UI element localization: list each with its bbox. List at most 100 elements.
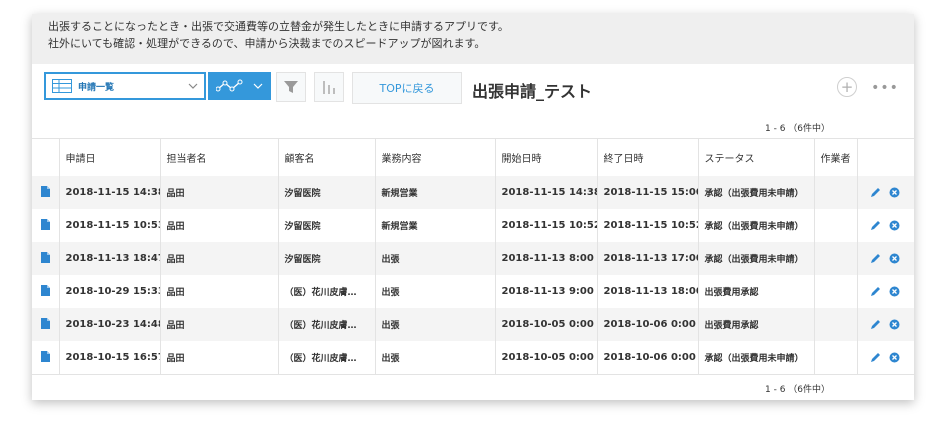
cell-status: 承認（出張費用未申請） [697, 341, 814, 375]
delete-icon[interactable] [889, 286, 900, 297]
row-actions [864, 286, 915, 297]
document-icon[interactable] [40, 185, 50, 197]
cell-end: 2018-11-15 10:52 [596, 209, 698, 242]
delete-icon[interactable] [889, 352, 900, 363]
chevron-down-icon [253, 83, 263, 89]
cell-end: 2018-10-06 0:00 [596, 308, 698, 341]
edit-pencil-icon[interactable] [870, 220, 881, 231]
edit-pencil-icon[interactable] [870, 352, 881, 363]
cell-status: 出張費用承認 [697, 275, 814, 308]
header-end[interactable]: 終了日時 [596, 138, 698, 176]
view-selector[interactable]: 申請一覧 [44, 72, 206, 100]
header-worker[interactable]: 作業者 [813, 138, 857, 176]
row-detail-cell[interactable] [32, 176, 59, 209]
back-to-top-button[interactable]: TOPに戻る [352, 72, 462, 104]
graph-button[interactable] [208, 72, 271, 100]
bar-chart-icon [323, 81, 335, 94]
header-start[interactable]: 開始日時 [494, 138, 597, 176]
cell-applied-date: 2018-11-13 18:47 [58, 242, 160, 275]
cell-applied-date: 2018-11-15 10:53 [58, 209, 160, 242]
edit-pencil-icon[interactable] [870, 286, 881, 297]
row-actions [864, 187, 915, 198]
edit-pencil-icon[interactable] [870, 253, 881, 264]
edit-pencil-icon[interactable] [870, 187, 881, 198]
document-icon[interactable] [40, 284, 50, 296]
cell-work-link[interactable]: 出張 [374, 341, 495, 375]
aggregate-button[interactable] [314, 72, 344, 102]
cell-person-link[interactable]: 品田 [159, 308, 278, 341]
cell-person-link[interactable]: 品田 [159, 242, 278, 275]
cell-actions [856, 275, 915, 308]
row-detail-cell[interactable] [32, 209, 59, 242]
cell-customer-link[interactable]: 汐留医院 [277, 176, 375, 209]
delete-icon[interactable] [889, 253, 900, 264]
cell-person-link[interactable]: 品田 [159, 341, 278, 375]
cell-start: 2018-11-15 14:38 [494, 176, 597, 209]
cell-work-link[interactable]: 出張 [374, 242, 495, 275]
document-icon[interactable] [40, 251, 50, 263]
cell-customer-link[interactable]: （医）花川皮膚… [277, 308, 375, 341]
row-detail-cell[interactable] [32, 341, 59, 375]
document-icon[interactable] [40, 317, 50, 329]
cell-worker [813, 176, 857, 209]
row-detail-cell[interactable] [32, 308, 59, 341]
cell-start: 2018-11-13 8:00 [494, 242, 597, 275]
cell-end: 2018-11-15 15:00 [596, 176, 698, 209]
header-status[interactable]: ステータス [697, 138, 814, 176]
cell-actions [856, 209, 914, 242]
cell-status: 承認（出張費用未申請） [697, 242, 814, 275]
cell-start: 2018-11-13 9:00 [494, 275, 597, 308]
cell-worker [813, 308, 857, 341]
graph-icon [216, 79, 243, 92]
pagination-top: 1 - 6 （6件中） [765, 124, 831, 134]
chevron-down-icon [188, 83, 198, 89]
row-actions [864, 319, 915, 330]
table-row: 2018-10-15 16:57 品田 （医）花川皮膚… 出張 2018-10-05 0… [32, 341, 914, 375]
cell-work-link[interactable]: 新規営業 [374, 176, 495, 209]
header-customer[interactable]: 顧客名 [277, 138, 375, 176]
table-row: 2018-10-23 14:48 品田 （医）花川皮膚… 出張 2018-10-05 0… [32, 308, 914, 341]
cell-customer-link[interactable]: 汐留医院 [277, 209, 375, 242]
cell-worker [813, 275, 857, 308]
cell-customer-link[interactable]: （医）花川皮膚… [277, 275, 375, 308]
header-applied-date[interactable]: 申請日 [58, 138, 160, 176]
cell-person-link[interactable]: 品田 [159, 176, 278, 209]
view-selector-label: 申請一覧 [78, 82, 115, 93]
pagination-bottom: 1 - 6 （6件中） [765, 385, 831, 395]
delete-icon[interactable] [889, 319, 900, 330]
row-detail-cell[interactable] [32, 242, 59, 275]
table-row: 2018-11-13 18:47 品田 汐留医院 出張 2018-11-13 8:00 2… [32, 242, 914, 275]
header-icon-col [32, 138, 59, 176]
table-row: 2018-11-15 10:53 品田 汐留医院 新規営業 2018-11-15 10:… [32, 209, 914, 242]
cell-person-link[interactable]: 品田 [159, 209, 278, 242]
cell-start: 2018-11-15 10:52 [494, 209, 597, 242]
cell-status: 承認（出張費用未申請） [697, 209, 814, 242]
delete-icon[interactable] [889, 220, 900, 231]
cell-work-link[interactable]: 出張 [374, 275, 495, 308]
cell-work-link[interactable]: 出張 [374, 308, 495, 341]
row-detail-cell[interactable] [32, 275, 59, 308]
cell-work-link[interactable]: 新規営業 [374, 209, 495, 242]
cell-actions [856, 242, 914, 275]
app-title: 出張申請_テスト [472, 82, 593, 101]
header-person[interactable]: 担当者名 [159, 138, 278, 176]
cell-customer-link[interactable]: 汐留医院 [277, 242, 375, 275]
table-row: 2018-10-29 15:33 品田 （医）花川皮膚… 出張 2018-11-13 9… [32, 275, 914, 308]
cell-worker [813, 341, 857, 375]
filter-button[interactable] [276, 72, 306, 102]
header-work[interactable]: 業務内容 [374, 138, 495, 176]
more-options-button[interactable]: ••• [871, 78, 898, 98]
table-view-icon [52, 79, 72, 93]
document-icon[interactable] [40, 218, 50, 230]
cell-applied-date: 2018-10-29 15:33 [58, 275, 160, 308]
cell-actions [856, 176, 915, 209]
records-table: 申請日 担当者名 顧客名 業務内容 開始日時 終了日時 ステータス 作業者 20… [32, 138, 914, 375]
delete-icon[interactable] [889, 187, 900, 198]
cell-customer-link[interactable]: （医）花川皮膚… [277, 341, 375, 375]
cell-worker [813, 242, 857, 275]
document-icon[interactable] [40, 350, 50, 362]
cell-person-link[interactable]: 品田 [159, 275, 278, 308]
add-record-button[interactable]: + [837, 77, 857, 97]
edit-pencil-icon[interactable] [870, 319, 881, 330]
table-header-row: 申請日 担当者名 顧客名 業務内容 開始日時 終了日時 ステータス 作業者 [32, 138, 914, 176]
